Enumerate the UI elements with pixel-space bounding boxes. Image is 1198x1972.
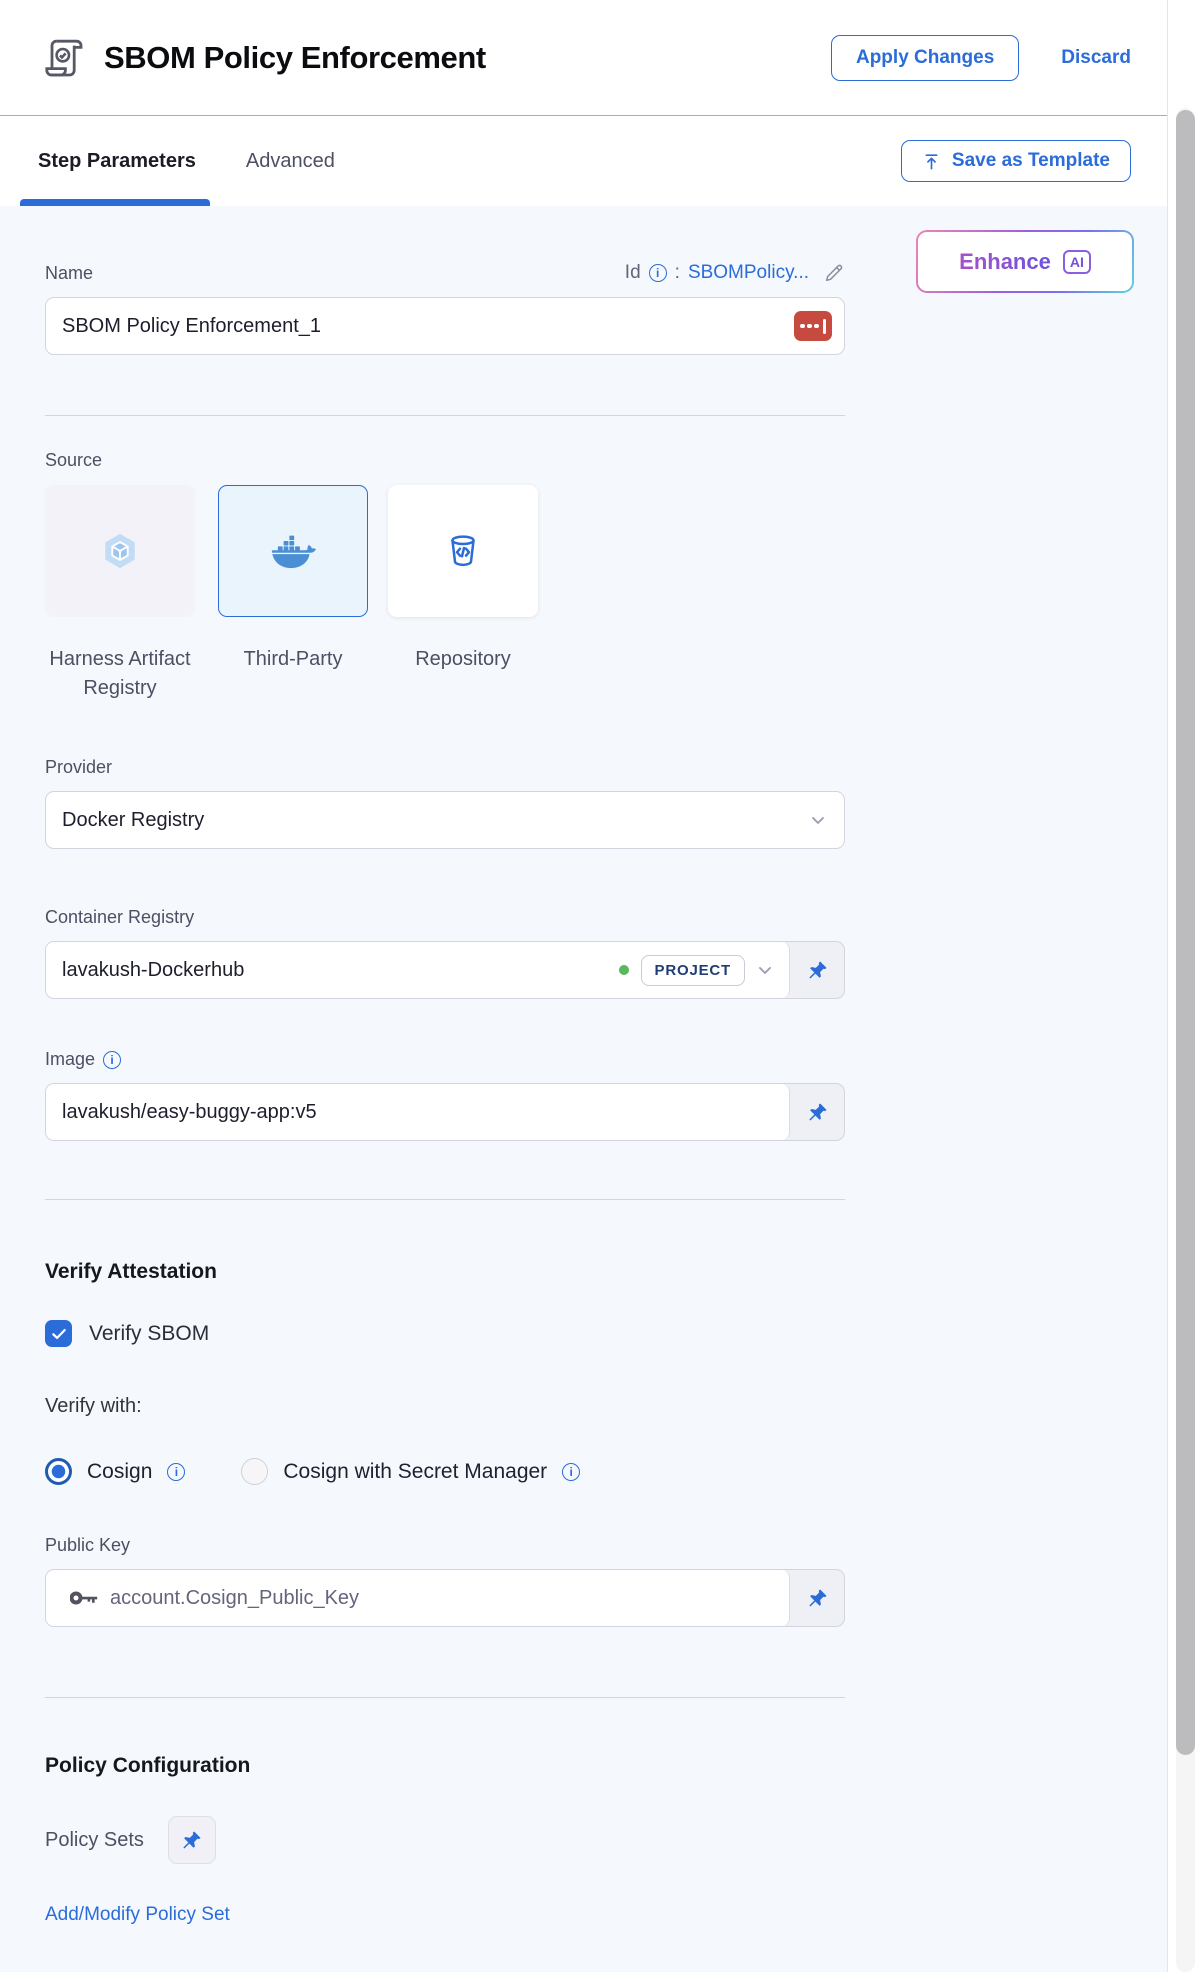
- provider-field: Provider: [45, 757, 1167, 849]
- source-card-thirdparty[interactable]: [218, 485, 368, 617]
- tab-advanced[interactable]: Advanced: [244, 116, 337, 206]
- public-key-field: Public Key: [45, 1535, 1167, 1627]
- radio-secret-manager-label: Cosign with Secret Manager: [283, 1460, 547, 1484]
- source-card-label: Repository: [371, 645, 555, 674]
- radio-cosign-secret-manager[interactable]: Cosign with Secret Manager i: [241, 1458, 580, 1485]
- provider-label: Provider: [45, 757, 1167, 778]
- tab-advanced-label: Advanced: [246, 150, 335, 173]
- save-as-template-label: Save as Template: [952, 150, 1110, 172]
- policy-configuration-heading: Policy Configuration: [45, 1754, 1167, 1778]
- source-card-label: Third-Party: [201, 645, 385, 674]
- verify-sbom-checkbox[interactable]: [45, 1320, 72, 1347]
- section-divider: [45, 1697, 845, 1698]
- policy-scroll-icon: [40, 34, 88, 82]
- verify-attestation-heading: Verify Attestation: [45, 1260, 1167, 1284]
- id-info-icon[interactable]: i: [649, 264, 667, 282]
- verify-sbom-checkbox-row[interactable]: Verify SBOM: [45, 1320, 1167, 1347]
- apply-changes-button[interactable]: Apply Changes: [831, 35, 1019, 81]
- pin-icon[interactable]: [790, 942, 844, 998]
- policy-sets-row: Policy Sets: [45, 1816, 1167, 1864]
- radio-unselected-icon[interactable]: [241, 1458, 268, 1485]
- scrollbar-thumb[interactable]: [1176, 110, 1195, 1755]
- scope-badge: PROJECT: [641, 955, 745, 986]
- edit-pencil-icon[interactable]: [823, 262, 845, 284]
- enhance-ai-button[interactable]: Enhance AI: [916, 230, 1134, 293]
- page-title: SBOM Policy Enforcement: [104, 40, 486, 76]
- image-info-icon[interactable]: i: [103, 1051, 121, 1069]
- expression-type-icon[interactable]: [794, 311, 832, 341]
- source-option-repository: Repository: [388, 485, 538, 703]
- hexagon-cube-icon: [99, 530, 141, 572]
- discard-button[interactable]: Discard: [1061, 47, 1131, 69]
- docker-whale-icon: [270, 532, 316, 570]
- verify-sbom-label: Verify SBOM: [89, 1322, 209, 1346]
- verify-with-label: Verify with:: [45, 1395, 1167, 1418]
- public-key-input[interactable]: [110, 1587, 775, 1610]
- add-modify-policy-set-link[interactable]: Add/Modify Policy Set: [45, 1904, 230, 1926]
- ai-badge-icon: AI: [1063, 250, 1091, 274]
- connector-status-dot: [619, 965, 629, 975]
- section-divider: [45, 1199, 845, 1200]
- provider-select-value[interactable]: [62, 809, 808, 832]
- radio-cosign[interactable]: Cosign i: [45, 1458, 185, 1485]
- container-registry-label: Container Registry: [45, 907, 1167, 928]
- active-tab-underline: [20, 199, 210, 206]
- source-option-thirdparty: Third-Party: [218, 485, 368, 703]
- step-parameters-form: Enhance AI Name Id i : SBOMPolicy...: [0, 206, 1167, 1926]
- pin-icon[interactable]: [168, 1816, 216, 1864]
- source-cards: Harness Artifact Registry: [45, 485, 1167, 703]
- policy-sets-label: Policy Sets: [45, 1829, 144, 1852]
- section-divider: [45, 415, 845, 416]
- code-repo-icon: [443, 531, 483, 571]
- pin-icon[interactable]: [790, 1084, 844, 1140]
- source-card-harness[interactable]: [45, 485, 195, 617]
- radio-cosign-label: Cosign: [87, 1460, 152, 1484]
- image-input[interactable]: [62, 1101, 775, 1124]
- source-section: Source Harness Artifact Reg: [45, 450, 1167, 703]
- verify-method-radio-group: Cosign i Cosign with Secret Manager i: [45, 1458, 1167, 1485]
- secret-manager-info-icon[interactable]: i: [562, 1463, 580, 1481]
- apply-changes-label: Apply Changes: [856, 47, 994, 69]
- name-input-box: [45, 297, 845, 355]
- save-as-template-button[interactable]: Save as Template: [901, 140, 1131, 182]
- name-input[interactable]: [62, 315, 794, 338]
- header-actions: Apply Changes Discard: [831, 35, 1131, 81]
- source-card-label: Harness Artifact Registry: [28, 645, 212, 703]
- id-value: SBOMPolicy...: [688, 262, 809, 284]
- discard-label: Discard: [1061, 47, 1131, 68]
- image-label: Image: [45, 1049, 95, 1070]
- image-field: Image i: [45, 1049, 1167, 1141]
- step-id-row: Id i : SBOMPolicy...: [625, 262, 845, 284]
- pin-icon[interactable]: [790, 1570, 844, 1626]
- upload-icon: [922, 152, 941, 171]
- tab-step-parameters-label: Step Parameters: [38, 150, 196, 173]
- source-card-repository[interactable]: [388, 485, 538, 617]
- container-registry-input[interactable]: [62, 959, 619, 982]
- source-option-harness: Harness Artifact Registry: [45, 485, 195, 703]
- container-registry-field: Container Registry PROJECT: [45, 907, 1167, 999]
- public-key-label: Public Key: [45, 1535, 1167, 1556]
- scrollbar-track[interactable]: [1176, 108, 1195, 1972]
- panel-header: SBOM Policy Enforcement Apply Changes Di…: [0, 0, 1167, 116]
- source-label: Source: [45, 450, 1167, 471]
- name-field-header: Name Id i : SBOMPolicy...: [45, 262, 845, 284]
- image-input-box: [45, 1083, 845, 1141]
- key-icon: [70, 1590, 98, 1606]
- id-label: Id: [625, 262, 641, 284]
- chevron-down-icon[interactable]: [755, 960, 775, 980]
- chevron-down-icon[interactable]: [808, 810, 828, 830]
- cosign-info-icon[interactable]: i: [167, 1463, 185, 1481]
- tab-bar: Step Parameters Advanced Save as Templat…: [0, 116, 1167, 206]
- id-colon: :: [675, 262, 680, 284]
- provider-select[interactable]: [45, 791, 845, 849]
- container-registry-input-box: PROJECT: [45, 941, 845, 999]
- step-config-panel: SBOM Policy Enforcement Apply Changes Di…: [0, 0, 1168, 1972]
- public-key-input-box: [45, 1569, 845, 1627]
- enhance-label: Enhance: [959, 249, 1051, 275]
- radio-selected-icon[interactable]: [45, 1458, 72, 1485]
- tab-step-parameters[interactable]: Step Parameters: [36, 116, 198, 206]
- name-label: Name: [45, 263, 93, 284]
